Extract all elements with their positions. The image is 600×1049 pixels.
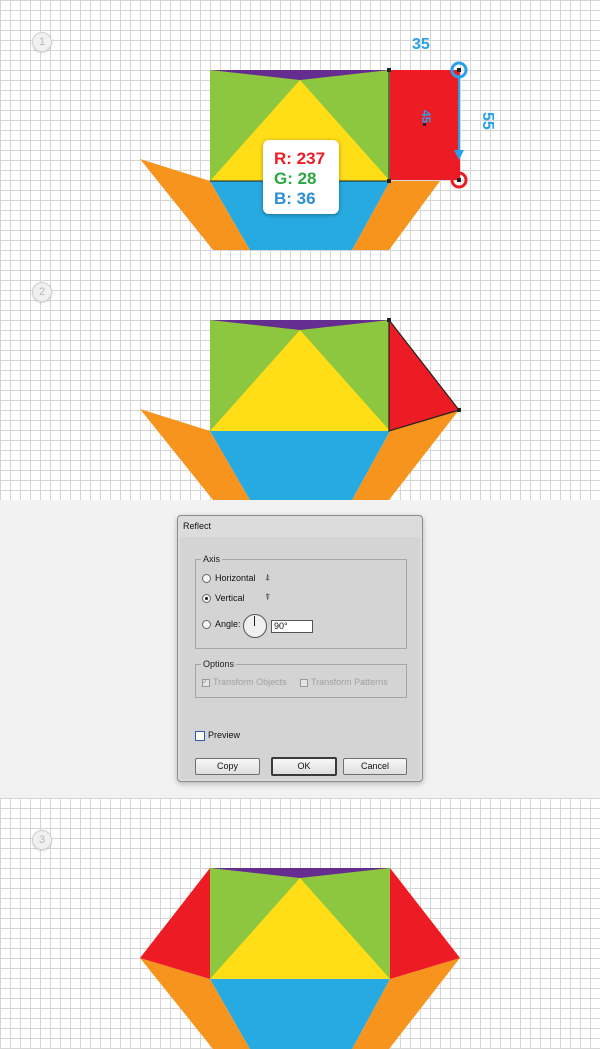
reflect-dialog: Reflect Axis Horizontal ⍋ Vertical ⍒ Ang… [177,515,423,782]
reflect-horizontal-icon: ⍋ [265,572,271,582]
horizontal-label: Horizontal [215,573,256,583]
color-values-callout: R: 237 G: 28 B: 36 [263,140,339,214]
step-3-canvas: 3 [0,798,600,1049]
angle-radio[interactable] [202,620,211,630]
vertical-radio-row[interactable]: Vertical [202,592,245,604]
dialog-body: Axis Horizontal ⍋ Vertical ⍒ Angle: 90° … [180,537,420,779]
transform-objects-row[interactable]: Transform Objects [202,676,287,688]
transform-objects-checkbox[interactable] [202,676,210,688]
dialog-backdrop: Reflect Axis Horizontal ⍋ Vertical ⍒ Ang… [0,500,600,798]
vertical-radio[interactable] [202,594,211,604]
transform-patterns-checkbox[interactable] [300,678,308,687]
reflect-vertical-icon: ⍒ [265,592,271,602]
step-badge-3: 3 [32,830,52,850]
preview-row[interactable]: Preview [195,729,240,741]
width-measurement-label: 35 [412,36,430,53]
angle-label: Angle: [215,619,241,629]
transform-objects-label: Transform Objects [213,677,287,687]
step-2-artwork [140,318,461,500]
step-2-canvas: 2 [0,250,600,500]
axis-group: Axis Horizontal ⍋ Vertical ⍒ Angle: 90° [195,554,407,649]
angle-dial[interactable] [243,614,267,638]
angle-radio-row[interactable]: Angle: [202,618,241,630]
transform-patterns-row[interactable]: Transform Patterns [300,676,388,688]
axis-group-label: Axis [201,554,223,564]
angle-input[interactable]: 90° [271,620,313,633]
step-badge-2: 2 [32,282,52,302]
options-group: Options Transform Objects Transform Patt… [195,659,407,698]
green-value: G: 28 [274,169,317,188]
horizontal-radio[interactable] [202,574,211,584]
inner-measurement-label: 45 [419,110,433,124]
horizontal-radio-row[interactable]: Horizontal [202,572,256,584]
blue-value: B: 36 [274,189,316,208]
ok-button[interactable]: OK [271,757,337,776]
cancel-button[interactable]: Cancel [343,758,407,775]
copy-button[interactable]: Copy [195,758,260,775]
options-group-label: Options [201,659,237,669]
height-measurement-label: 55 [479,112,496,130]
step-1-canvas: 1 35 45 55 R: 237 G: 28 B: 36 [0,0,600,250]
vertical-label: Vertical [215,593,245,603]
transform-patterns-label: Transform Patterns [311,677,388,687]
preview-checkbox[interactable] [195,730,205,741]
step-3-artwork [140,868,460,1049]
preview-label: Preview [208,730,241,740]
red-value: R: 237 [274,149,326,168]
dialog-title: Reflect [183,521,212,531]
step-badge-1: 1 [32,32,52,52]
